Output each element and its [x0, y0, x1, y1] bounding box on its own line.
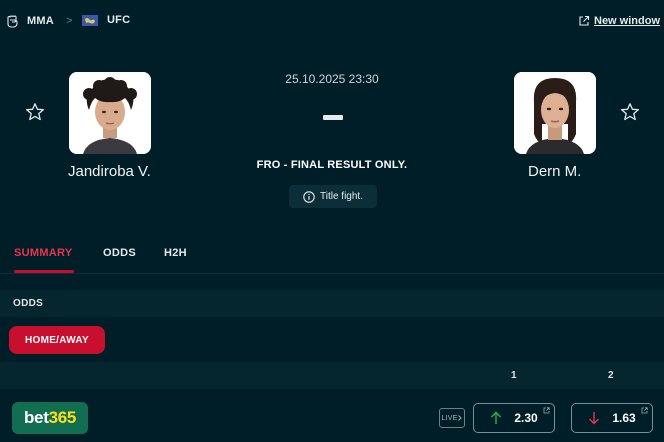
star-outline-icon[interactable]	[620, 102, 640, 122]
bookmaker-row: bet 365 LIVE 2.30 1.63	[0, 392, 664, 442]
breadcrumb-league-label: UFC	[107, 14, 131, 26]
away-fighter-photo[interactable]	[514, 72, 596, 154]
match-note-label: Title fight.	[320, 191, 363, 202]
live-badge-label: LIVE	[441, 414, 458, 422]
breadcrumb-separator: >	[66, 15, 73, 27]
home-away-market-button[interactable]: HOME/AWAY	[9, 326, 105, 354]
external-link-icon	[641, 407, 648, 414]
bet365-logo-part1: bet	[23, 408, 49, 427]
odds-section-title: ODDS	[13, 298, 44, 309]
column-home-label: 1	[511, 370, 517, 381]
breadcrumb-bar: MMA > UFC New window	[0, 0, 664, 46]
new-window-label: New window	[594, 15, 660, 27]
info-circle-icon	[303, 190, 315, 203]
active-tab-indicator	[14, 270, 74, 273]
live-badge: LIVE	[439, 408, 465, 428]
tab-odds[interactable]: ODDS	[103, 247, 136, 259]
world-flag-icon	[82, 14, 98, 26]
match-tabs: SUMMARY ODDS H2H	[0, 232, 664, 274]
home-odd-value: 2.30	[514, 411, 538, 425]
breadcrumb-league[interactable]: UFC	[82, 14, 130, 26]
match-header: Jandiroba V. 25.10.2025 23:30 FRO - FINA…	[0, 46, 664, 232]
away-odd-value: 1.63	[612, 411, 636, 425]
bet365-logo-part2: 365	[48, 408, 77, 427]
fist-icon	[7, 15, 18, 28]
new-window-link[interactable]: New window	[578, 15, 660, 27]
tab-h2h[interactable]: H2H	[164, 247, 187, 259]
column-away-label: 2	[608, 370, 614, 381]
star-outline-icon[interactable]	[25, 102, 45, 122]
away-odd-button[interactable]: 1.63	[571, 403, 653, 433]
external-link-icon	[579, 15, 590, 26]
breadcrumb-sport-label: MMA	[27, 15, 54, 27]
breadcrumb-sport[interactable]: MMA	[6, 14, 54, 28]
tab-summary[interactable]: SUMMARY	[14, 247, 73, 259]
external-link-icon	[543, 407, 550, 414]
score-dash	[323, 115, 343, 120]
away-fighter-avatar	[514, 72, 596, 154]
chevron-right-icon	[458, 415, 463, 421]
away-fighter-name[interactable]: Dern M.	[528, 163, 581, 180]
match-note: Title fight.	[289, 185, 377, 208]
odds-column-header: 1 2	[0, 362, 664, 389]
bet365-logo[interactable]: bet 365	[12, 402, 88, 434]
odds-section-header: ODDS	[0, 290, 664, 317]
arrow-up-icon	[491, 411, 502, 424]
arrow-down-icon	[589, 412, 600, 425]
home-odd-button[interactable]: 2.30	[473, 403, 555, 433]
